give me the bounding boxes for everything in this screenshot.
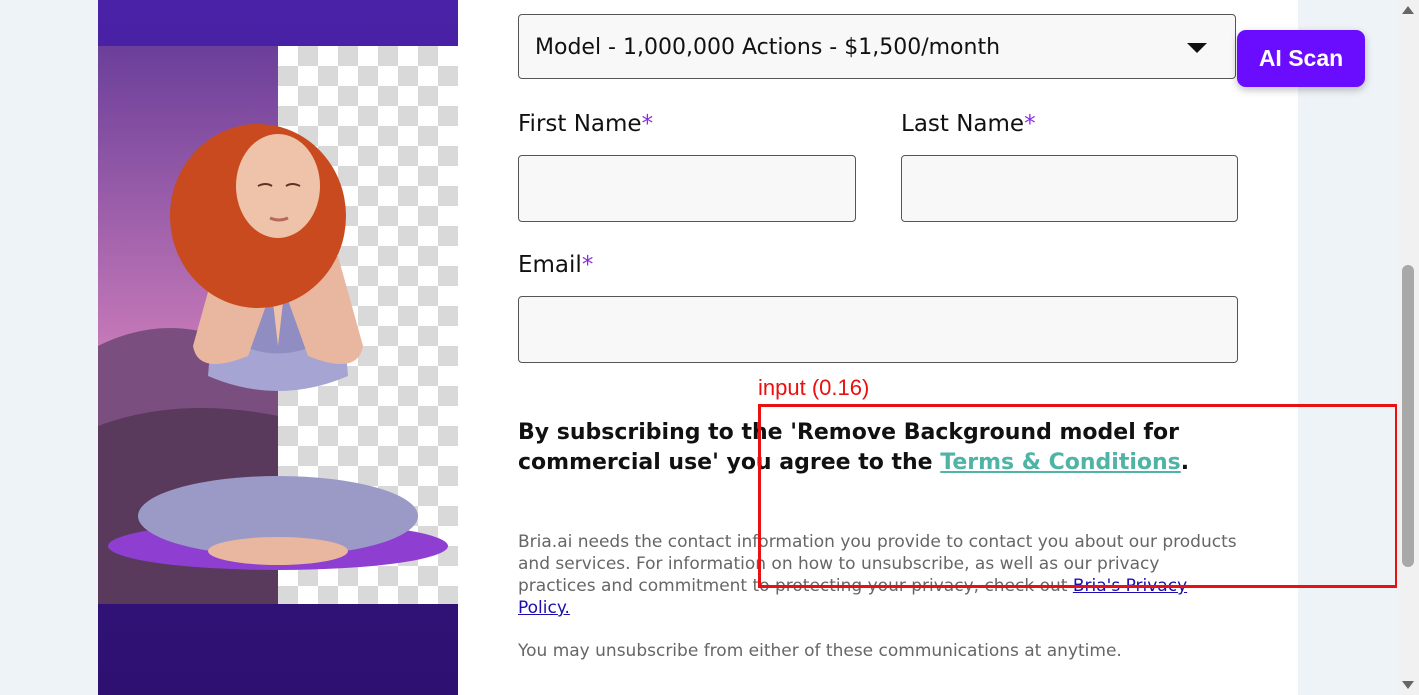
required-asterisk: * <box>581 252 594 278</box>
scroll-down-icon[interactable] <box>1402 681 1414 689</box>
last-name-input[interactable] <box>902 156 1237 221</box>
ai-scan-button[interactable]: AI Scan <box>1237 30 1365 87</box>
hero-image <box>98 46 458 604</box>
terms-agreement-text: By subscribing to the 'Remove Background… <box>518 420 1190 475</box>
unsubscribe-note: You may unsubscribe from either of these… <box>518 641 1122 661</box>
email-field[interactable] <box>518 296 1238 363</box>
required-asterisk: * <box>1024 111 1036 137</box>
first-name-input[interactable] <box>519 156 855 221</box>
detection-overlay-label: input (0.16) <box>758 375 870 400</box>
email-input[interactable] <box>519 297 1237 362</box>
chevron-down-icon <box>1187 43 1207 53</box>
plan-select-value: Model - 1,000,000 Actions - $1,500/month <box>535 35 1001 60</box>
scroll-up-icon[interactable] <box>1402 6 1414 14</box>
required-asterisk: * <box>641 111 654 137</box>
page-scrollbar[interactable] <box>1397 0 1419 695</box>
last-name-label: Last Name* <box>901 111 1036 137</box>
privacy-notice: Bria.ai needs the contact information yo… <box>518 532 1237 618</box>
plan-select[interactable]: Model - 1,000,000 Actions - $1,500/month <box>518 14 1236 79</box>
last-name-field[interactable] <box>901 155 1238 222</box>
first-name-label: First Name* <box>518 111 654 137</box>
email-label: Email* <box>518 252 594 278</box>
first-name-field[interactable] <box>518 155 856 222</box>
promo-panel <box>98 0 458 695</box>
terms-link[interactable]: Terms & Conditions <box>940 450 1181 475</box>
scroll-thumb[interactable] <box>1402 265 1414 567</box>
